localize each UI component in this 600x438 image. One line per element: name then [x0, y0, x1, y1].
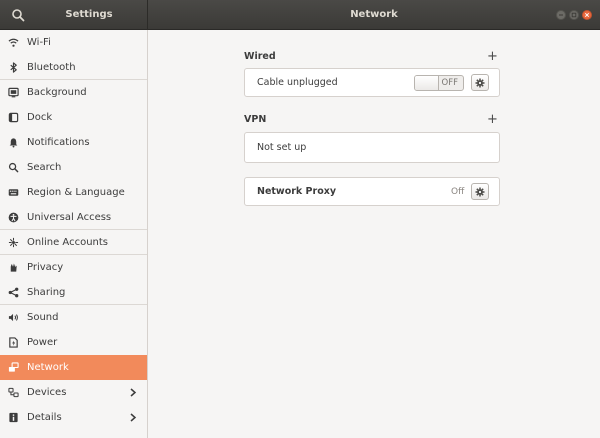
sidebar-item-label: Region & Language: [27, 187, 125, 198]
sidebar-item-label: Universal Access: [27, 212, 112, 223]
sidebar-item-label: Network: [27, 362, 69, 373]
sidebar-item-label: Devices: [27, 387, 67, 398]
dock-icon: [8, 112, 19, 123]
minimize-button[interactable]: [556, 10, 566, 20]
network-proxy-row[interactable]: Network Proxy Off: [244, 177, 500, 206]
sidebar-item-label: Bluetooth: [27, 62, 76, 73]
search-icon: [8, 162, 19, 173]
sidebar-item-network[interactable]: Network: [0, 355, 147, 380]
proxy-settings-button[interactable]: [471, 183, 489, 200]
wired-connection-row: Cable unplugged OFF: [244, 68, 500, 97]
vpn-section-title: VPN: [244, 114, 267, 125]
network-panel: Wired + Cable unplugged OFF VPN + Not se…: [149, 30, 600, 438]
wired-section-title: Wired: [244, 51, 276, 62]
privacy-icon: [8, 262, 19, 273]
sidebar-item-label: Wi-Fi: [27, 37, 51, 48]
toggle-state-label: OFF: [441, 78, 458, 88]
sidebar-item-label: Online Accounts: [27, 237, 109, 248]
sidebar-item-label: Sharing: [27, 287, 66, 298]
sidebar-item-privacy[interactable]: Privacy: [0, 255, 147, 280]
sidebar-item-bluetooth[interactable]: Bluetooth: [0, 55, 147, 80]
devices-icon: [8, 387, 19, 398]
network-proxy-label: Network Proxy: [257, 186, 337, 197]
bluetooth-icon: [8, 62, 19, 73]
wired-toggle-switch[interactable]: OFF: [414, 75, 464, 91]
vpn-row: Not set up: [244, 132, 500, 163]
sidebar-item-label: Privacy: [27, 262, 64, 273]
proxy-status-label: Off: [451, 187, 465, 197]
sidebar-item-power[interactable]: Power: [0, 330, 147, 355]
maximize-button[interactable]: [569, 10, 579, 20]
toggle-knob: [415, 76, 439, 90]
close-button[interactable]: [582, 10, 592, 20]
sidebar-item-background[interactable]: Background: [0, 80, 147, 105]
add-wired-button[interactable]: +: [487, 50, 498, 63]
sidebar: Wi-Fi Bluetooth Background Dock Notifica…: [0, 30, 148, 438]
sidebar-item-online-accounts[interactable]: Online Accounts: [0, 230, 147, 255]
background-icon: [8, 87, 19, 98]
header-bar: Settings Network: [0, 0, 600, 30]
bell-icon: [8, 137, 19, 148]
search-button[interactable]: [6, 3, 30, 27]
chevron-right-icon: [130, 388, 137, 397]
gear-icon: [475, 187, 485, 196]
gear-icon: [475, 78, 485, 87]
share-icon: [8, 287, 19, 298]
sidebar-item-search[interactable]: Search: [0, 155, 147, 180]
keyboard-icon: [8, 187, 19, 198]
minimize-icon: [559, 14, 563, 16]
sidebar-item-universal-access[interactable]: Universal Access: [0, 205, 147, 230]
sidebar-item-label: Power: [27, 337, 58, 348]
accessibility-icon: [8, 212, 19, 223]
sidebar-item-sharing[interactable]: Sharing: [0, 280, 147, 305]
sidebar-item-details[interactable]: Details: [0, 405, 147, 430]
close-icon: [584, 12, 590, 18]
network-icon: [8, 362, 19, 373]
sidebar-item-wifi[interactable]: Wi-Fi: [0, 30, 147, 55]
maximize-icon: [571, 12, 577, 18]
wifi-icon: [8, 37, 19, 48]
sidebar-item-label: Details: [27, 412, 62, 423]
sidebar-item-notifications[interactable]: Notifications: [0, 130, 147, 155]
sidebar-item-label: Dock: [27, 112, 53, 123]
search-icon: [12, 9, 25, 22]
wired-settings-button[interactable]: [471, 74, 489, 91]
vpn-empty-label: Not set up: [257, 142, 307, 153]
sidebar-item-region-language[interactable]: Region & Language: [0, 180, 147, 205]
power-icon: [8, 337, 19, 348]
sidebar-item-label: Sound: [27, 312, 59, 323]
sidebar-item-label: Search: [27, 162, 62, 173]
window-controls: [556, 10, 592, 20]
details-icon: [8, 412, 19, 423]
wired-connection-label: Cable unplugged: [257, 77, 338, 88]
online-accounts-icon: [8, 237, 19, 248]
speaker-icon: [8, 312, 19, 323]
app-title: Settings: [65, 9, 113, 20]
sidebar-item-label: Notifications: [27, 137, 90, 148]
add-vpn-button[interactable]: +: [487, 113, 498, 126]
sidebar-item-label: Background: [27, 87, 87, 98]
header-left-pane: Settings: [0, 0, 148, 30]
sidebar-item-sound[interactable]: Sound: [0, 305, 147, 330]
chevron-right-icon: [130, 413, 137, 422]
page-title: Network: [350, 9, 398, 20]
sidebar-item-dock[interactable]: Dock: [0, 105, 147, 130]
sidebar-item-devices[interactable]: Devices: [0, 380, 147, 405]
